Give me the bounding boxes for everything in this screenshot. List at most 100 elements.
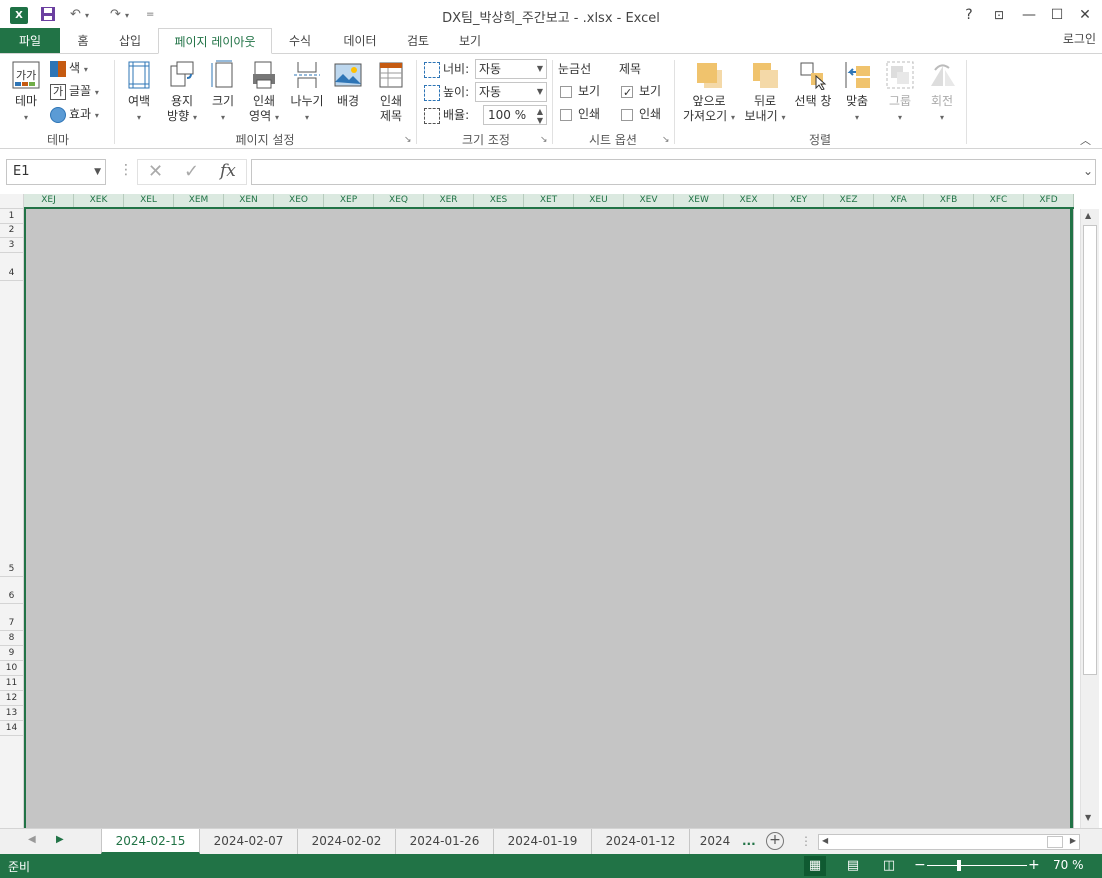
column-header[interactable]: XES: [474, 194, 524, 207]
align-button[interactable]: 맞춤 ▾: [840, 60, 874, 125]
sheet-tab[interactable]: 2024-01-26: [396, 829, 494, 854]
column-header[interactable]: XEQ: [374, 194, 424, 207]
zoom-out-icon[interactable]: −: [914, 857, 926, 873]
rotate-button[interactable]: 회전 ▾: [922, 60, 962, 125]
expand-formula-bar-icon[interactable]: ⌄: [1083, 164, 1093, 178]
row-header[interactable]: 9: [0, 646, 23, 661]
size-button[interactable]: 크기 ▾: [206, 60, 240, 125]
headings-print-checkbox[interactable]: 인쇄: [621, 105, 661, 123]
bring-forward-button[interactable]: 앞으로 가져오기 ▾: [678, 60, 740, 125]
zoom-slider[interactable]: [927, 865, 1027, 866]
column-header[interactable]: XET: [524, 194, 574, 207]
row-header[interactable]: 6: [0, 577, 23, 604]
tab-review[interactable]: 검토: [398, 28, 438, 54]
maximize-button[interactable]: ☐: [1046, 5, 1068, 25]
row-header[interactable]: 3: [0, 238, 23, 253]
group-objects-button[interactable]: 그룹 ▾: [880, 60, 920, 125]
column-header[interactable]: XEL: [124, 194, 174, 207]
column-header[interactable]: XEN: [224, 194, 274, 207]
selection-pane-button[interactable]: 선택 창: [790, 60, 836, 109]
theme-colors-button[interactable]: 색 ▾: [50, 58, 88, 78]
width-select[interactable]: 자동 ▼: [475, 59, 547, 79]
sheet-tab[interactable]: 2024-01-19: [494, 829, 592, 854]
add-sheet-icon[interactable]: +: [766, 832, 784, 850]
collapse-ribbon-icon[interactable]: ︿: [1080, 132, 1091, 148]
tab-view[interactable]: 보기: [450, 28, 490, 54]
send-backward-button[interactable]: 뒤로 보내기 ▾: [742, 60, 788, 125]
tab-file[interactable]: 파일: [0, 28, 60, 54]
orientation-button[interactable]: 용지 방향 ▾: [162, 60, 202, 125]
spinner-icon[interactable]: ▲ ▼: [537, 107, 543, 125]
sheet-tab[interactable]: 2024-02-07: [200, 829, 298, 854]
zoom-in-icon[interactable]: +: [1028, 857, 1040, 873]
column-header[interactable]: XEY: [774, 194, 824, 207]
tab-insert[interactable]: 삽입: [108, 28, 152, 54]
prev-sheet-icon[interactable]: ◀: [28, 834, 36, 845]
cell-area[interactable]: [24, 209, 1074, 828]
scroll-left-icon[interactable]: ◀: [822, 836, 828, 845]
column-header[interactable]: XFD: [1024, 194, 1074, 207]
name-box[interactable]: E1 ▼: [6, 159, 106, 185]
column-header[interactable]: XEJ: [24, 194, 74, 207]
column-header[interactable]: XFC: [974, 194, 1024, 207]
background-button[interactable]: 배경: [330, 60, 366, 109]
column-header[interactable]: XEM: [174, 194, 224, 207]
insert-function-icon[interactable]: fx: [220, 161, 236, 181]
column-header[interactable]: XEX: [724, 194, 774, 207]
next-sheet-icon[interactable]: ▶: [56, 834, 64, 845]
page-break-preview-icon[interactable]: ◫: [878, 856, 900, 876]
gridlines-view-checkbox[interactable]: 보기: [560, 82, 600, 100]
tab-home[interactable]: 홈: [68, 28, 98, 54]
horizontal-scrollbar[interactable]: ◀ ▶: [818, 834, 1080, 850]
column-header[interactable]: XFA: [874, 194, 924, 207]
sheet-options-launcher-icon[interactable]: ↘: [662, 135, 670, 145]
sheet-tab[interactable]: 2024-02-15: [101, 829, 200, 854]
gridlines-print-checkbox[interactable]: 인쇄: [560, 105, 600, 123]
zoom-slider-thumb[interactable]: [957, 860, 961, 871]
tab-page-layout[interactable]: 페이지 레이아웃: [158, 28, 272, 54]
vertical-scroll-thumb[interactable]: [1083, 225, 1097, 675]
row-header[interactable]: 14: [0, 721, 23, 736]
row-header[interactable]: 12: [0, 691, 23, 706]
theme-fonts-button[interactable]: 가 글꼴 ▾: [50, 81, 99, 101]
scroll-right-icon[interactable]: ▶: [1070, 836, 1076, 845]
page-layout-view-icon[interactable]: ▤: [842, 856, 864, 876]
column-header[interactable]: XEZ: [824, 194, 874, 207]
vertical-scrollbar[interactable]: ▲ ▼: [1080, 209, 1099, 828]
row-header[interactable]: 8: [0, 631, 23, 646]
scale-spinner[interactable]: 100 % ▲ ▼: [483, 105, 547, 125]
row-header[interactable]: 11: [0, 676, 23, 691]
tab-split-grip-icon[interactable]: ⋮: [800, 834, 812, 848]
row-header[interactable]: 2: [0, 224, 23, 238]
sheet-tab[interactable]: 2024-02-02: [298, 829, 396, 854]
ribbon-display-options-button[interactable]: ⊡: [988, 5, 1010, 25]
scale-launcher-icon[interactable]: ↘: [540, 135, 548, 145]
column-header[interactable]: XEP: [324, 194, 374, 207]
row-header[interactable]: 7: [0, 604, 23, 631]
tab-formulas[interactable]: 수식: [280, 28, 320, 54]
themes-button[interactable]: 가가 테마 ▾: [8, 60, 44, 125]
normal-view-icon[interactable]: ▦: [804, 856, 826, 876]
zoom-level[interactable]: 70 %: [1053, 858, 1084, 872]
row-header[interactable]: 13: [0, 706, 23, 721]
sheet-tab[interactable]: 2024-01-12: [592, 829, 690, 854]
row-header[interactable]: 5: [0, 281, 23, 577]
cancel-icon[interactable]: ✕: [148, 161, 163, 182]
help-button[interactable]: ?: [958, 5, 980, 25]
print-titles-button[interactable]: 인쇄 제목: [372, 60, 410, 124]
enter-icon[interactable]: ✓: [184, 161, 199, 182]
theme-effects-button[interactable]: 효과 ▾: [50, 104, 99, 124]
page-setup-launcher-icon[interactable]: ↘: [404, 135, 412, 145]
login-link[interactable]: 로그인: [1063, 28, 1096, 50]
row-header[interactable]: 10: [0, 661, 23, 676]
column-header[interactable]: XEV: [624, 194, 674, 207]
more-sheets-icon[interactable]: ...: [742, 834, 756, 848]
height-select[interactable]: 자동 ▼: [475, 82, 547, 102]
column-header[interactable]: XFB: [924, 194, 974, 207]
column-header[interactable]: XEK: [74, 194, 124, 207]
tab-data[interactable]: 데이터: [332, 28, 388, 54]
headings-view-checkbox[interactable]: 보기: [621, 82, 661, 102]
row-header[interactable]: 4: [0, 253, 23, 281]
minimize-button[interactable]: —: [1018, 5, 1040, 25]
column-header[interactable]: XEO: [274, 194, 324, 207]
